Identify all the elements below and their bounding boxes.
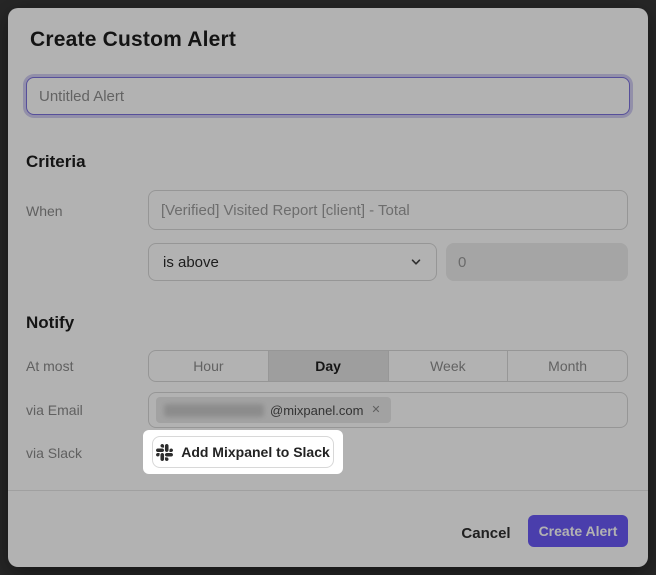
slack-spotlight: Add Mixpanel to Slack — [143, 430, 343, 474]
add-mixpanel-to-slack-button[interactable]: Add Mixpanel to Slack — [152, 436, 334, 468]
remove-email-icon[interactable]: ✕ — [369, 403, 382, 418]
when-label: When — [26, 203, 63, 219]
frequency-segmented-control: Hour Day Week Month — [148, 350, 628, 382]
threshold-input[interactable] — [446, 243, 628, 281]
alert-name-input[interactable] — [26, 77, 630, 115]
frequency-option-week[interactable]: Week — [389, 351, 509, 381]
frequency-option-day[interactable]: Day — [269, 351, 389, 381]
metric-input[interactable] — [148, 190, 628, 230]
slack-icon — [156, 444, 173, 461]
notify-heading: Notify — [26, 313, 74, 333]
email-recipients-field[interactable]: @mixpanel.com ✕ — [148, 392, 628, 428]
cancel-button[interactable]: Cancel — [455, 518, 517, 548]
frequency-option-hour[interactable]: Hour — [149, 351, 269, 381]
at-most-label: At most — [26, 358, 73, 374]
create-alert-button[interactable]: Create Alert — [528, 515, 628, 547]
footer-divider — [8, 490, 648, 491]
create-alert-dialog: Create Custom Alert Criteria When is abo… — [8, 8, 648, 567]
operator-select-value: is above — [163, 254, 219, 271]
email-chip-domain: @mixpanel.com — [270, 403, 363, 418]
criteria-heading: Criteria — [26, 152, 86, 172]
via-email-label: via Email — [26, 402, 83, 418]
redacted-email-user — [164, 404, 264, 417]
frequency-option-month[interactable]: Month — [508, 351, 627, 381]
email-chip: @mixpanel.com ✕ — [156, 397, 391, 423]
via-slack-label: via Slack — [26, 445, 82, 461]
screen-background: Create Custom Alert Criteria When is abo… — [0, 0, 656, 575]
chevron-down-icon — [410, 256, 422, 268]
slack-button-label: Add Mixpanel to Slack — [181, 444, 330, 460]
dialog-title: Create Custom Alert — [30, 28, 236, 52]
operator-select[interactable]: is above — [148, 243, 437, 281]
